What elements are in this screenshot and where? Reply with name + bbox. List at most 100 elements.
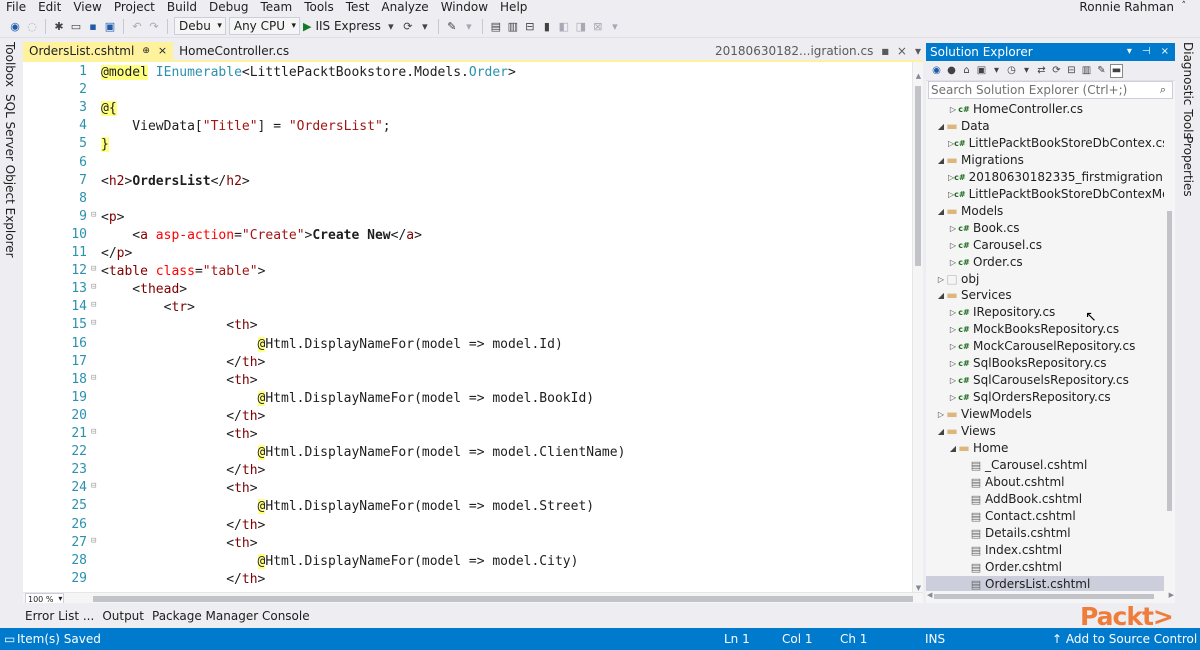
code-line[interactable]: </th> bbox=[101, 517, 265, 535]
code-line[interactable]: <thead> bbox=[101, 281, 187, 299]
navigate-back-icon[interactable]: ◉ bbox=[8, 19, 22, 33]
start-debugging-button[interactable]: ▶ IIS Express bbox=[303, 19, 381, 33]
forward-icon[interactable]: ● bbox=[945, 64, 958, 78]
fold-toggle-icon[interactable]: ⊟ bbox=[91, 210, 96, 220]
collapse-arrow-icon[interactable]: ◢ bbox=[936, 118, 946, 135]
pending-changes-icon[interactable]: ◷ bbox=[1005, 64, 1018, 78]
code-line[interactable]: @{ bbox=[101, 100, 117, 118]
diagnostic-tools-tab[interactable]: Diagnostic Tools bbox=[1181, 42, 1195, 139]
collapse-arrow-icon[interactable]: ◢ bbox=[936, 287, 946, 304]
code-line[interactable]: <th> bbox=[101, 426, 257, 444]
browser-link-icon[interactable]: ✎ bbox=[445, 19, 459, 33]
switch-views-dropdown-icon[interactable]: ▾ bbox=[990, 64, 1003, 78]
error-list-tab[interactable]: Error List ... bbox=[25, 609, 94, 623]
solution-configuration-combo[interactable]: Debu bbox=[174, 17, 226, 35]
expand-arrow-icon[interactable]: ▷ bbox=[948, 321, 958, 338]
code-line[interactable]: @Html.DisplayNameFor(model => model.Stre… bbox=[101, 498, 594, 516]
menu-project[interactable]: Project bbox=[108, 0, 161, 15]
expand-arrow-icon[interactable]: ▷ bbox=[948, 101, 958, 118]
code-line[interactable]: @Html.DisplayNameFor(model => model.Clie… bbox=[101, 444, 625, 462]
tree-item[interactable]: ▷ c# MockBooksRepository.cs bbox=[926, 321, 1164, 338]
save-icon[interactable]: ▪ bbox=[86, 19, 100, 33]
tree-item[interactable]: ▤ OrdersList.cshtml bbox=[926, 575, 1164, 591]
tree-item[interactable]: ◢ ▬ Models bbox=[926, 203, 1164, 220]
tree-item[interactable]: ▤ About.cshtml bbox=[926, 474, 1164, 491]
code-line[interactable]: @Html.DisplayNameFor(model => model.Book… bbox=[101, 390, 594, 408]
pin-tab-icon[interactable]: ⊕ bbox=[142, 42, 150, 60]
editor-vertical-scrollbar[interactable]: ▲ ▼ bbox=[912, 62, 923, 592]
scroll-up-icon[interactable]: ▲ bbox=[913, 72, 924, 80]
tree-item[interactable]: ▷ □ obj bbox=[926, 271, 1164, 288]
code-editor[interactable]: 1 2 3 4 5 6 7 8 9 10 11 12 13 14 15 16 17 18 19 20 21 22 23 24 2… bbox=[23, 60, 923, 605]
menu-tools[interactable]: Tools bbox=[298, 0, 340, 15]
open-file-icon[interactable]: ▭ bbox=[69, 19, 83, 33]
output-tab[interactable]: Output bbox=[102, 609, 144, 623]
user-caret-icon[interactable]: ˄ bbox=[1182, 0, 1187, 12]
collapse-arrow-icon[interactable]: ◢ bbox=[936, 203, 946, 220]
auto-hide-pin-icon[interactable]: ⊣ bbox=[1142, 43, 1151, 61]
expand-arrow-icon[interactable]: ▷ bbox=[948, 372, 958, 389]
code-line[interactable]: } bbox=[101, 136, 109, 154]
comment-icon[interactable]: ▤ bbox=[489, 19, 503, 33]
menu-analyze[interactable]: Analyze bbox=[375, 0, 434, 15]
expand-arrow-icon[interactable]: ▷ bbox=[948, 237, 958, 254]
tree-item[interactable]: ◢ ▬ Services bbox=[926, 287, 1164, 304]
expand-arrow-icon[interactable]: ▷ bbox=[948, 304, 958, 321]
expand-arrow-icon[interactable]: ▷ bbox=[948, 220, 958, 237]
solution-platform-combo[interactable]: Any CPU bbox=[228, 17, 300, 35]
fold-toggle-icon[interactable]: ⊟ bbox=[91, 318, 96, 328]
tree-item[interactable]: ▷ c# SqlBooksRepository.cs bbox=[926, 355, 1164, 372]
tree-item[interactable]: ▷ c# SqlCarouselsRepository.cs bbox=[926, 372, 1164, 389]
properties-tab[interactable]: Properties bbox=[1181, 136, 1195, 197]
menu-debug[interactable]: Debug bbox=[203, 0, 254, 15]
tree-item[interactable]: ▷ c# Carousel.cs bbox=[926, 237, 1164, 254]
code-line[interactable]: <th> bbox=[101, 372, 257, 390]
code-line[interactable]: <table class="table"> bbox=[101, 263, 265, 281]
menu-window[interactable]: Window bbox=[435, 0, 494, 15]
code-line[interactable]: <p> bbox=[101, 209, 124, 227]
refresh-dropdown-chevron-icon[interactable]: ▾ bbox=[418, 19, 432, 33]
tree-item[interactable]: ▤ Order.cshtml bbox=[926, 559, 1164, 576]
tree-item[interactable]: ▷ ▬ ViewModels bbox=[926, 406, 1164, 423]
solution-tree[interactable]: ▷ c# HomeController.cs ◢ ▬ Data ▷ c# LittlePackt… bbox=[926, 101, 1164, 591]
user-account-name[interactable]: Ronnie Rahman bbox=[1079, 0, 1174, 15]
toolbar-options-icon[interactable]: ▾ bbox=[608, 19, 622, 33]
expand-arrow-icon[interactable]: ▷ bbox=[936, 406, 946, 423]
refresh-icon[interactable]: ⟳ bbox=[401, 19, 415, 33]
collapse-arrow-icon[interactable]: ◢ bbox=[948, 440, 958, 457]
code-line[interactable]: @Html.DisplayNameFor(model => model.Id) bbox=[101, 336, 563, 354]
expand-arrow-icon[interactable]: ▷ bbox=[948, 338, 958, 355]
fold-toggle-icon[interactable]: ⊟ bbox=[91, 481, 96, 491]
scrollbar-thumb[interactable] bbox=[1167, 211, 1172, 511]
collapse-all-icon[interactable]: ⊟ bbox=[1065, 64, 1078, 78]
tab-migration-preview[interactable]: 20180630182...igration.cs bbox=[715, 44, 873, 58]
code-line[interactable]: @model IEnumerable<LittlePacktBookstore.… bbox=[101, 64, 516, 82]
code-text-area[interactable]: @model IEnumerable<LittlePacktBookstore.… bbox=[101, 62, 911, 592]
scrollbar-thumb[interactable] bbox=[915, 86, 921, 266]
toolbox-tab[interactable]: Toolbox bbox=[3, 42, 17, 87]
menu-edit[interactable]: Edit bbox=[32, 0, 67, 15]
code-line[interactable]: <a asp-action="Create">Create New</a> bbox=[101, 227, 422, 245]
tree-item[interactable]: ▷ c# 20180630182335_firstmigration.cs bbox=[926, 169, 1164, 186]
tree-item[interactable]: ▤ Contact.cshtml bbox=[926, 508, 1164, 525]
menu-build[interactable]: Build bbox=[161, 0, 203, 15]
code-line[interactable]: </th> bbox=[101, 571, 265, 589]
uncomment-icon[interactable]: ▥ bbox=[506, 19, 520, 33]
expand-arrow-icon[interactable]: ▷ bbox=[948, 355, 958, 372]
fold-toggle-icon[interactable]: ⊟ bbox=[91, 264, 96, 274]
outdent-icon[interactable]: ⊟ bbox=[523, 19, 537, 33]
expand-arrow-icon[interactable]: ▷ bbox=[936, 271, 946, 288]
pending-changes-dropdown-icon[interactable]: ▾ bbox=[1020, 64, 1033, 78]
new-project-icon[interactable]: ✱ bbox=[52, 19, 66, 33]
code-line[interactable]: </th> bbox=[101, 408, 265, 426]
code-line[interactable]: </p> bbox=[101, 245, 132, 263]
collapse-arrow-icon[interactable]: ◢ bbox=[936, 423, 946, 440]
code-line[interactable]: @Html.DisplayNameFor(model => model.City… bbox=[101, 553, 578, 571]
scroll-down-icon[interactable]: ▼ bbox=[913, 584, 924, 592]
menu-team[interactable]: Team bbox=[254, 0, 298, 15]
tree-item[interactable]: ▷ c# SqlOrdersRepository.cs bbox=[926, 389, 1164, 406]
properties-wrench-icon[interactable]: ✎ bbox=[1095, 64, 1108, 78]
search-icon[interactable]: ⌕ bbox=[1160, 82, 1166, 98]
tree-item[interactable]: ▷ c# LittlePacktBookStoreDbContex.cs bbox=[926, 135, 1164, 152]
solution-tree-vertical-scrollbar[interactable] bbox=[1164, 101, 1175, 591]
